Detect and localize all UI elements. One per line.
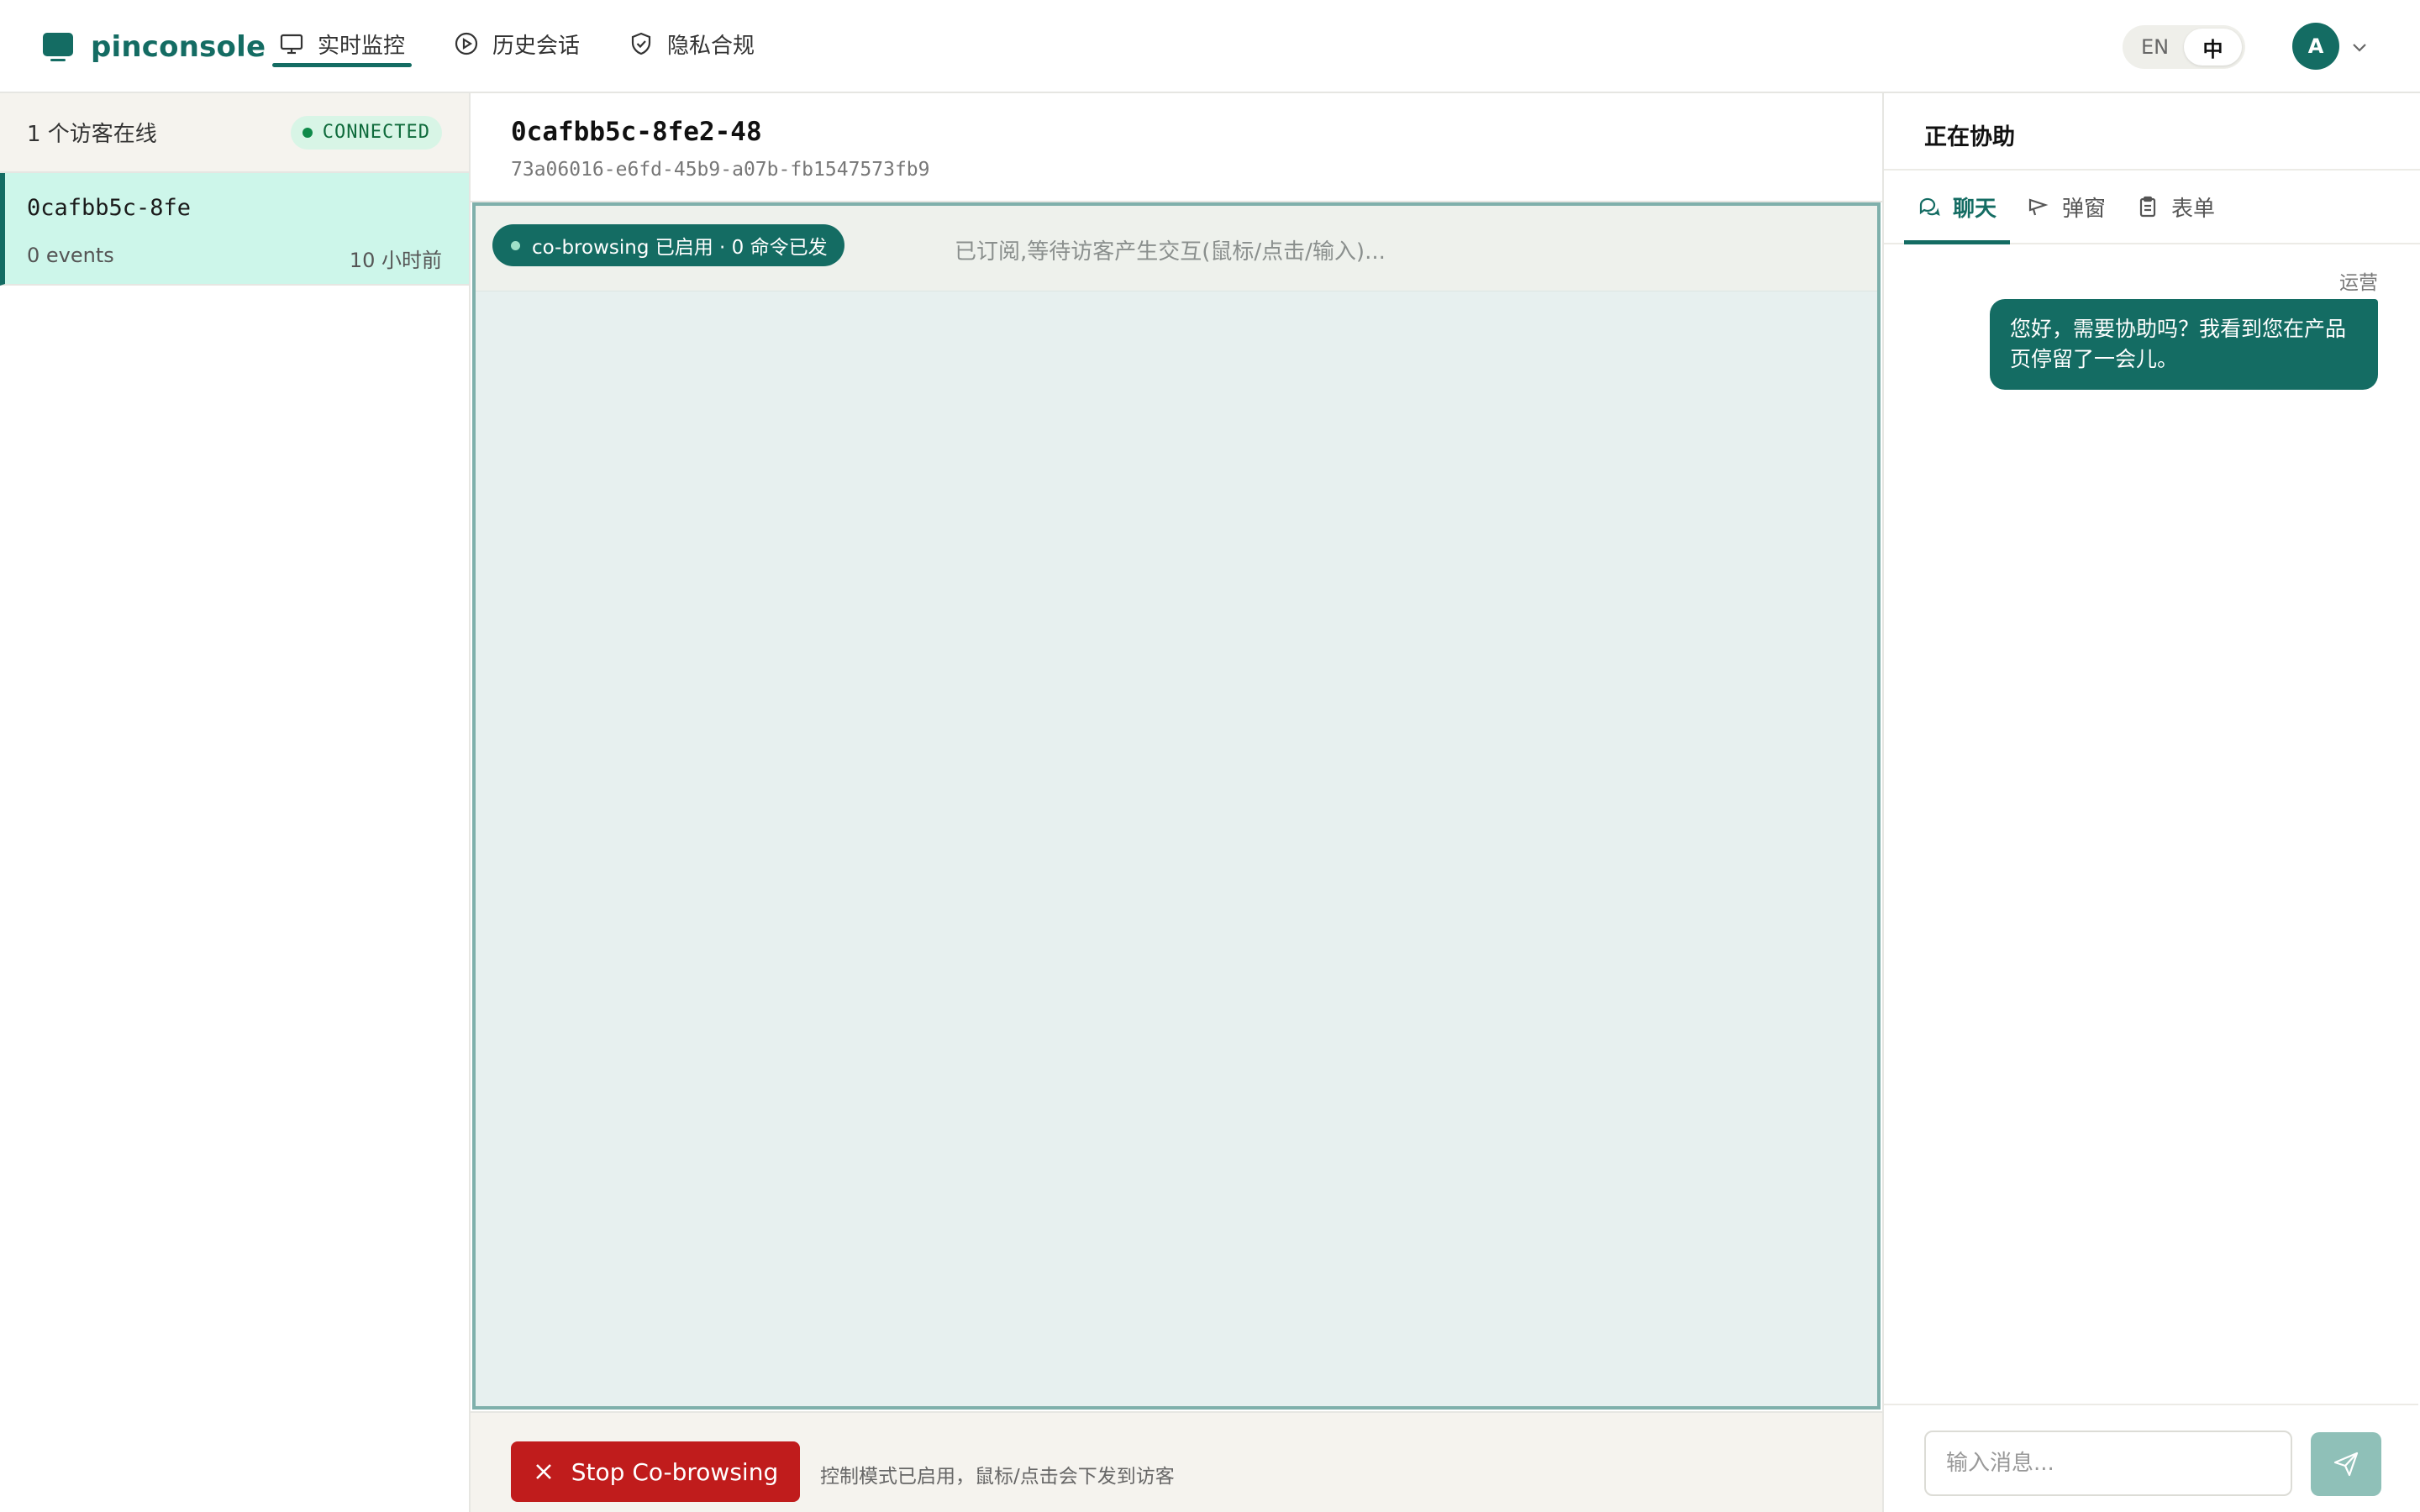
message-bubble: 您好，需要协助吗？我看到您在产品页停留了一会儿。 — [1990, 299, 2378, 390]
session-full-id: 73a06016-e6fd-45b9-a07b-fb1547573fb9 — [511, 159, 930, 181]
cobrowse-status-text: co-browsing 已启用 · 0 命令已发 — [532, 237, 828, 259]
visitor-events: 0 events — [27, 244, 114, 267]
online-count: 1 个访客在线 — [27, 122, 157, 147]
status-text: CONNECTED — [322, 122, 430, 143]
session-header: 0cafbb5c-8fe2-48 73a06016-e6fd-45b9-a07b… — [471, 93, 1882, 202]
visitor-sidebar: 1 个访客在线 CONNECTED 0cafbb5c-8fe 0 events … — [0, 93, 471, 1512]
chevron-down-icon[interactable] — [2349, 37, 2370, 57]
logo-monitor-icon — [43, 33, 73, 61]
clipboard-icon — [2139, 196, 2156, 218]
assist-panel: 正在协助 聊天 弹窗 表单 运营 您好，需要协助吗？我看到您在产品页停留了一会儿… — [1882, 93, 2420, 1512]
nav-label: 隐私合规 — [667, 33, 755, 59]
nav-item-history[interactable]: 历史会话 — [447, 22, 587, 66]
tab-chat[interactable]: 聊天 — [1904, 171, 2011, 244]
status-dot-icon — [302, 127, 313, 138]
stop-button-label: Stop Co-browsing — [571, 1457, 779, 1486]
visitor-id: 0cafbb5c-8fe — [27, 195, 192, 221]
chat-thread: 运营 您好，需要协助吗？我看到您在产品页停留了一会儿。 — [1884, 244, 2418, 1404]
tab-label: 表单 — [2171, 196, 2216, 222]
avatar[interactable]: A — [2292, 23, 2339, 70]
tab-popup[interactable]: 弹窗 — [2013, 171, 2119, 243]
viewport-waiting-text: 已订阅,等待访客产生交互(鼠标/点击/输入)... — [955, 239, 1386, 265]
language-toggle: EN 中 — [2123, 25, 2245, 69]
tab-form[interactable]: 表单 — [2123, 171, 2228, 243]
brand[interactable]: pinconsole — [42, 29, 266, 66]
play-circle-icon — [455, 32, 478, 55]
shield-check-icon — [631, 32, 651, 55]
assist-title: 正在协助 — [1884, 93, 2420, 171]
lang-en-option[interactable]: EN — [2126, 29, 2184, 66]
nav-item-privacy[interactable]: 隐私合规 — [622, 22, 761, 66]
tab-label: 聊天 — [1953, 196, 1997, 222]
chat-composer — [1884, 1404, 2418, 1512]
lang-zh-option[interactable]: 中 — [2184, 29, 2242, 66]
main-nav: 实时监控 历史会话 隐私合规 — [272, 22, 797, 67]
session-panel: 0cafbb5c-8fe2-48 73a06016-e6fd-45b9-a07b… — [471, 93, 1882, 1512]
assist-tabs: 聊天 弹窗 表单 — [1884, 171, 2420, 244]
pill-dot-icon — [511, 240, 520, 250]
cobrowse-status-pill: co-browsing 已启用 · 0 命令已发 — [492, 224, 844, 266]
close-icon — [535, 1464, 551, 1479]
message-sender: 运营 — [2339, 272, 2378, 294]
session-title: 0cafbb5c-8fe2-48 — [511, 117, 762, 147]
message-input[interactable] — [1924, 1431, 2292, 1496]
send-button[interactable] — [2311, 1432, 2381, 1496]
megaphone-icon — [2028, 198, 2049, 216]
stop-cobrowsing-button[interactable]: Stop Co-browsing — [511, 1441, 800, 1502]
cobrowse-viewport[interactable]: co-browsing 已启用 · 0 命令已发 已订阅,等待访客产生交互(鼠标… — [472, 202, 1881, 1410]
tab-label: 弹窗 — [2062, 196, 2107, 222]
sidebar-header: 1 个访客在线 CONNECTED — [0, 93, 469, 173]
status-badge: CONNECTED — [290, 115, 442, 150]
send-icon — [2333, 1452, 2359, 1477]
nav-label: 实时监控 — [318, 33, 406, 59]
session-footer: Stop Co-browsing 控制模式已启用，鼠标/点击会下发到访客 — [471, 1411, 1882, 1512]
visitor-list-item[interactable]: 0cafbb5c-8fe 0 events 10 小时前 — [0, 173, 469, 286]
control-mode-hint: 控制模式已启用，鼠标/点击会下发到访客 — [820, 1466, 1175, 1488]
brand-name: pinconsole — [91, 30, 266, 64]
top-bar: pinconsole 实时监控 历史会话 隐私合规 EN 中 A — [0, 0, 2420, 93]
chat-icon — [1919, 197, 1940, 217]
nav-label: 历史会话 — [492, 33, 581, 59]
nav-item-live-monitor[interactable]: 实时监控 — [272, 22, 413, 67]
monitor-icon — [280, 34, 303, 55]
viewport-status-bar: co-browsing 已启用 · 0 命令已发 已订阅,等待访客产生交互(鼠标… — [476, 206, 1877, 291]
visitor-last-seen: 10 小时前 — [349, 249, 442, 272]
